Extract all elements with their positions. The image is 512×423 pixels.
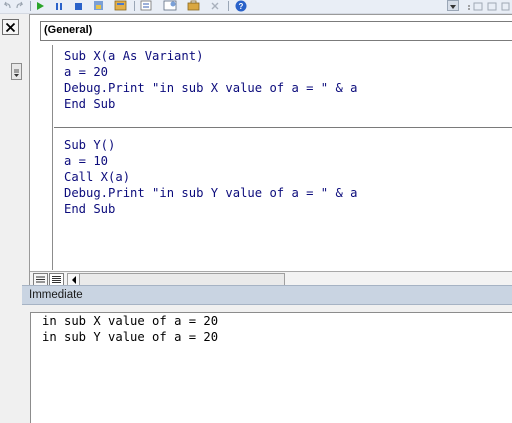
immediate-line: in sub X value of a = 20 [42, 314, 219, 328]
immediate-output[interactable]: in sub X value of a = 20 in sub Y value … [30, 312, 512, 423]
code-line[interactable]: End Sub [54, 201, 358, 217]
svg-text:?: ? [239, 2, 244, 11]
toolbar-options-icon[interactable] [447, 0, 459, 11]
reset-icon[interactable] [72, 0, 83, 11]
run-icon[interactable] [34, 0, 45, 11]
immediate-line: in sub Y value of a = 20 [42, 330, 219, 344]
close-pane-button[interactable] [2, 19, 19, 35]
arrow-left-icon [71, 275, 76, 284]
code-line[interactable]: Debug.Print "in sub Y value of a = " & a [54, 185, 358, 201]
undo-icon[interactable] [2, 0, 12, 11]
toolbox-icon[interactable] [186, 0, 200, 11]
code-line[interactable]: Sub Y() [54, 137, 358, 153]
procedure-view-icon [36, 276, 45, 283]
code-margin-indicator-bar [52, 45, 53, 270]
procedure-y: Sub Y() a = 10 Call X(a) Debug.Print "in… [54, 127, 358, 217]
close-x-icon[interactable] [209, 0, 221, 11]
chevron-down-icon [14, 69, 19, 77]
code-editor[interactable]: Sub X(a As Variant) a = 20 Debug.Print "… [54, 45, 512, 271]
project-explorer-icon[interactable] [113, 0, 127, 11]
code-line[interactable]: Debug.Print "in sub X value of a = " & a [54, 80, 358, 96]
code-line[interactable]: End Sub [54, 96, 358, 112]
standard-toolbar: ? [0, 0, 512, 14]
object-dropdown[interactable]: (General) [40, 21, 512, 41]
object-dropdown-value: (General) [44, 24, 93, 36]
code-line[interactable]: Sub X(a As Variant) [54, 48, 358, 64]
redo-icon[interactable] [15, 0, 25, 11]
scroll-left-button[interactable] [68, 274, 80, 285]
full-module-view-icon [52, 276, 61, 283]
code-line[interactable]: a = 10 [54, 153, 358, 169]
pane-dropdown-button[interactable] [11, 63, 22, 80]
edit-toolbar-icons [465, 0, 510, 11]
design-mode-icon[interactable] [92, 0, 104, 11]
code-line[interactable]: a = 20 [54, 64, 358, 80]
code-window: (General) Sub X(a As Variant) a = 20 Deb… [30, 14, 512, 286]
code-line[interactable]: Call X(a) [54, 169, 358, 185]
help-icon[interactable]: ? [234, 0, 248, 11]
break-icon[interactable] [53, 0, 64, 11]
object-browser-icon[interactable] [162, 0, 177, 11]
close-icon [5, 22, 16, 32]
properties-icon[interactable] [139, 0, 153, 11]
immediate-window: Immediate in sub X value of a = 20 in su… [22, 285, 512, 423]
procedure-x: Sub X(a As Variant) a = 20 Debug.Print "… [54, 48, 358, 112]
code-window-status-bar [30, 271, 512, 286]
immediate-window-title[interactable]: Immediate [22, 285, 512, 305]
